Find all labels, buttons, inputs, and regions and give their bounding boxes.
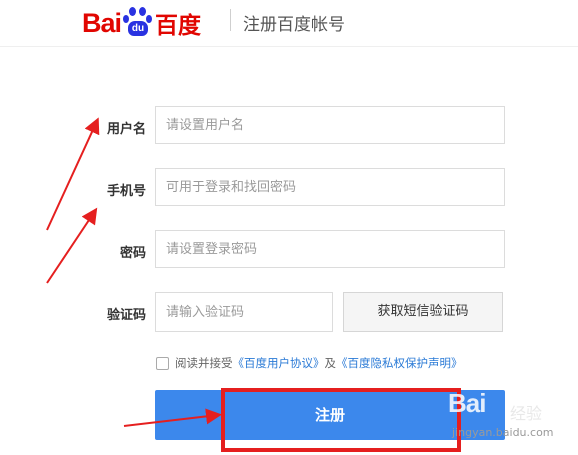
annotation-arrows	[46, 117, 222, 427]
watermark-logo: Bai	[448, 388, 486, 418]
watermark-text: 经验	[510, 404, 543, 423]
arrow-to-register	[123, 408, 222, 427]
jingyan-watermark: Bai 经验 jingyan.baidu.com	[448, 388, 578, 454]
arrow-to-username	[46, 117, 100, 231]
watermark-url: jingyan.baidu.com	[452, 426, 554, 439]
arrow-to-phone	[46, 207, 98, 284]
